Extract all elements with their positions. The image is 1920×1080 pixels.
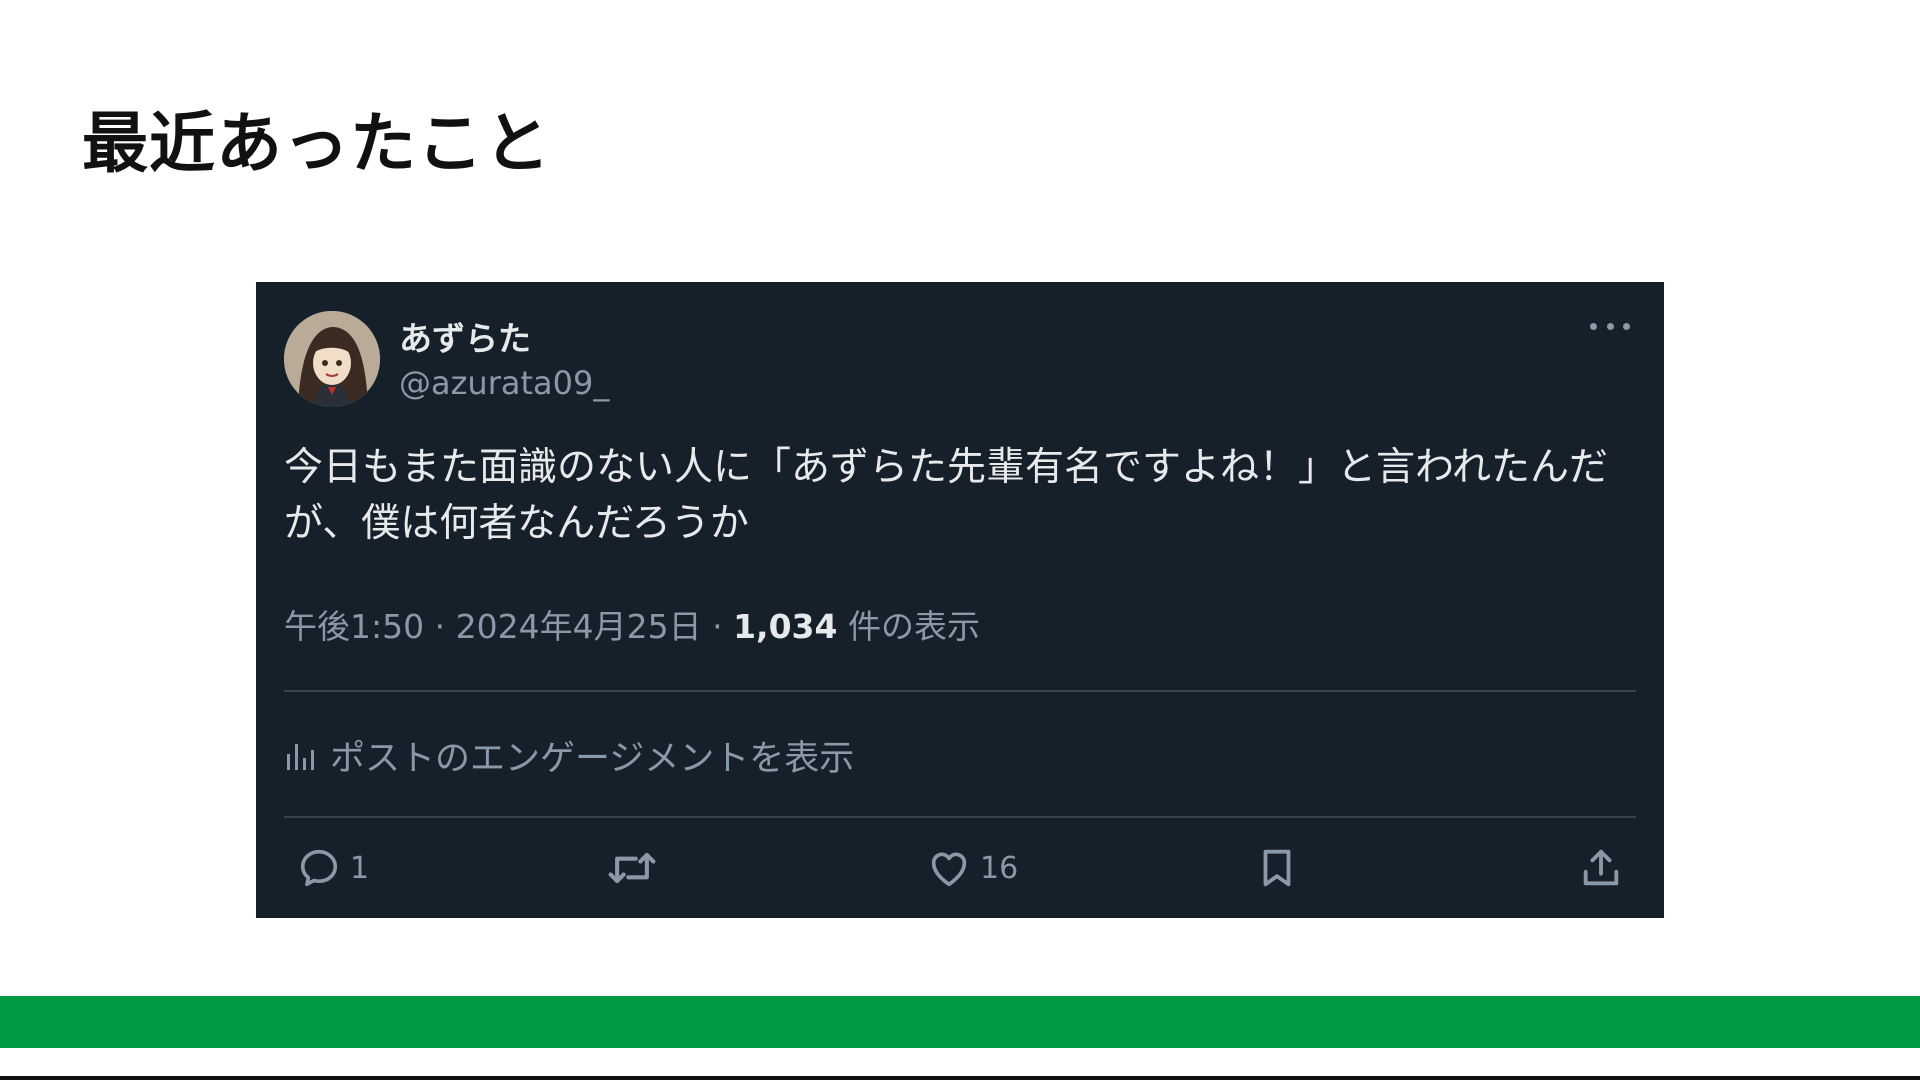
- more-icon-dot: [1590, 322, 1597, 330]
- avatar-illustration-icon: [284, 311, 380, 407]
- meta-separator: ·: [434, 607, 446, 646]
- analytics-icon: [287, 743, 314, 770]
- reply-count: 1: [350, 850, 370, 886]
- divider: [284, 816, 1636, 818]
- more-icon-dot: [1623, 322, 1630, 330]
- tweet-date[interactable]: 2024年4月25日: [456, 607, 702, 646]
- view-engagement-link[interactable]: ポストのエンゲージメントを表示: [284, 730, 854, 781]
- divider: [284, 690, 1636, 692]
- avatar[interactable]: [284, 311, 380, 407]
- author-handle[interactable]: @azurata09_: [399, 364, 609, 402]
- tweet-time[interactable]: 午後1:50: [284, 607, 424, 646]
- bookmark-button[interactable]: [1254, 842, 1300, 894]
- repost-button[interactable]: [606, 842, 658, 894]
- footer-divider-line: [0, 1076, 1920, 1080]
- reply-button[interactable]: 1: [296, 842, 369, 894]
- views-label: 件の表示: [847, 607, 980, 646]
- tweet-card: あずらた @azurata09_ 今日もまた面識のない人に「あずらた先輩有名です…: [256, 282, 1664, 918]
- author-display-name[interactable]: あずらた: [399, 312, 531, 360]
- more-icon-dot: [1606, 322, 1614, 330]
- slide-title: 最近あったこと: [82, 105, 551, 182]
- views-count: 1,034: [733, 607, 838, 646]
- meta-separator: ·: [712, 607, 723, 646]
- footer-accent-bar: [0, 996, 1920, 1048]
- tweet-text: 今日もまた面識のない人に「あずらた先輩有名ですよね！」と言われたんだが、僕は何者…: [284, 445, 1609, 546]
- engagement-label: ポストのエンゲージメントを表示: [330, 739, 855, 779]
- bookmark-icon: [1263, 849, 1291, 887]
- share-icon: [1583, 849, 1619, 886]
- retweet-icon: [608, 852, 656, 884]
- like-button[interactable]: 16: [926, 842, 1018, 894]
- tweet-meta: 午後1:50 · 2024年4月25日 · 1,034 件の表示: [284, 600, 980, 648]
- action-bar: 1 16: [296, 842, 1624, 894]
- like-icon: [931, 852, 967, 887]
- like-count: 16: [980, 850, 1019, 886]
- reply-icon: [300, 849, 338, 887]
- share-button[interactable]: [1578, 842, 1624, 894]
- more-options-button[interactable]: [1590, 314, 1630, 338]
